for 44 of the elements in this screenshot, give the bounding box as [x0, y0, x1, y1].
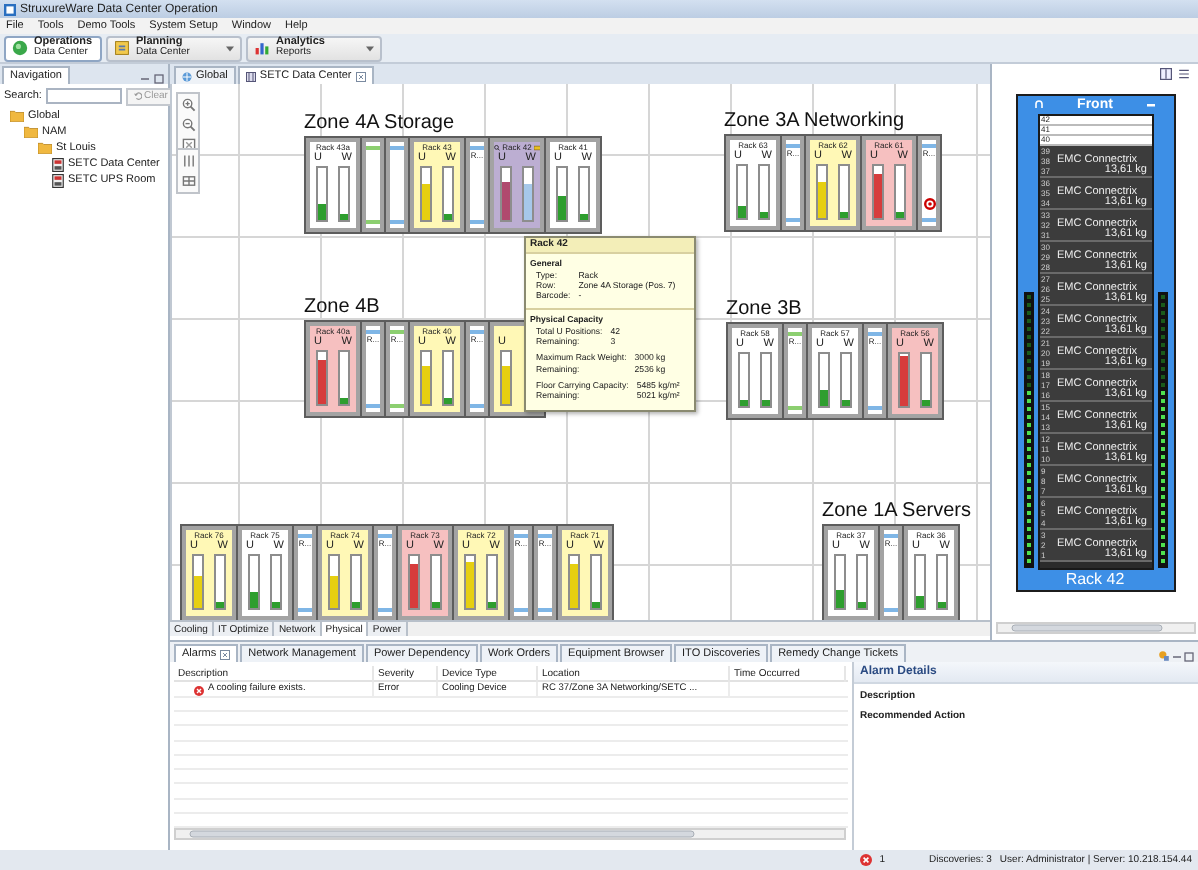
- zoom-out-icon[interactable]: [181, 118, 195, 132]
- zone-title: Zone 3B: [726, 298, 802, 322]
- status-stripe: [786, 218, 800, 222]
- status-stripe: [298, 608, 312, 612]
- status-stripe: [470, 220, 484, 224]
- caret-icon: [366, 45, 374, 51]
- close-icon[interactable]: [355, 71, 366, 81]
- layout-icon[interactable]: [1160, 68, 1172, 80]
- zone-title: Zone 4A Storage: [304, 112, 455, 136]
- rack-name: Rack 42: [1063, 570, 1127, 590]
- zone-title: Zone 3A Networking: [724, 110, 905, 134]
- maximize-icon[interactable]: [1184, 652, 1194, 662]
- zone-title: Zone 1A Servers: [822, 500, 971, 524]
- search-field[interactable]: [45, 88, 122, 104]
- status-stripe: [470, 404, 484, 408]
- sync-icon[interactable]: [1158, 650, 1170, 662]
- tag-icon: [533, 143, 540, 151]
- minimize-icon[interactable]: [140, 74, 150, 84]
- caret-icon: [226, 45, 234, 51]
- status-stripe: [378, 608, 392, 612]
- error-icon: [859, 854, 872, 866]
- maximize-icon[interactable]: [154, 74, 164, 84]
- zone-title: Zone 4B: [304, 296, 380, 320]
- undo-icon: [133, 92, 142, 100]
- close-icon[interactable]: [220, 649, 231, 659]
- bar-chart-icon: [254, 40, 270, 56]
- magnifier-icon: [494, 143, 501, 151]
- clipboard-icon: [114, 40, 130, 56]
- app-icon: [4, 3, 16, 15]
- status-stripe: [788, 406, 802, 410]
- columns-icon[interactable]: [181, 154, 195, 168]
- status-stripe: [868, 406, 882, 410]
- rotate-icon[interactable]: [1033, 100, 1043, 110]
- status-stripe: [884, 608, 898, 612]
- zoom-in-icon[interactable]: [181, 98, 195, 112]
- cooling-unit[interactable]: [386, 138, 408, 232]
- cooling-unit[interactable]: [362, 138, 384, 232]
- list-icon[interactable]: [1178, 68, 1190, 80]
- error-icon: [194, 685, 204, 695]
- floor-plan-icon: [245, 71, 256, 81]
- grid-icon[interactable]: [181, 174, 195, 188]
- minimize-icon[interactable]: [1172, 652, 1182, 662]
- alarm-icon: [923, 198, 935, 210]
- status-stripe: [922, 218, 936, 222]
